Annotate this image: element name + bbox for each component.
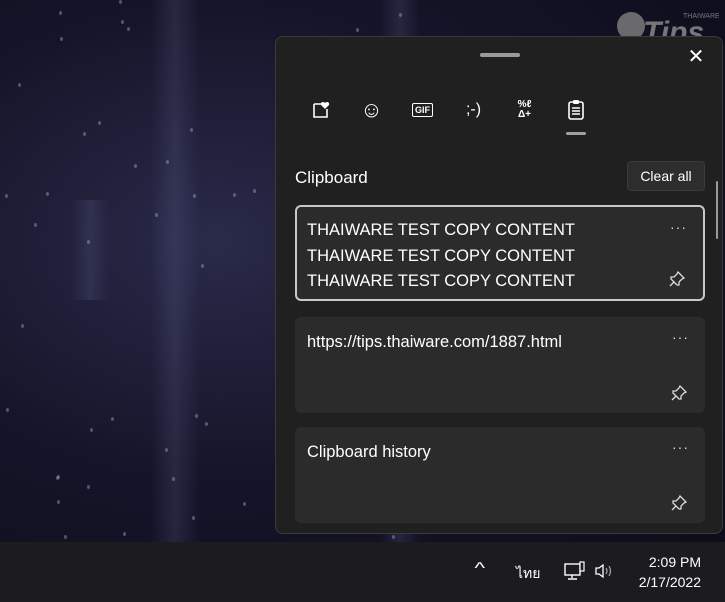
close-icon: ✕ [687, 46, 705, 68]
time: 2:09 PM [648, 554, 701, 570]
item-text: THAIWARE TEST COPY CONTENT [307, 221, 576, 239]
rain-drop [55, 475, 59, 480]
smiley-icon: ☺ [360, 97, 383, 122]
heart-sticker-icon [312, 101, 329, 118]
clipboard-panel: ✕ ☺ GIF ;-) %ℓ Δ+ Clipboard Clear all THA… [275, 36, 723, 534]
rain-drop [57, 500, 61, 505]
pin-icon[interactable] [669, 271, 685, 287]
rain-drop [59, 36, 63, 41]
rain-drop [165, 159, 169, 164]
show-hidden-icons-button[interactable]: ^ [474, 560, 485, 578]
rain-drop [355, 28, 359, 33]
category-tabs: ☺ GIF ;-) %ℓ Δ+ [302, 95, 594, 135]
rain-drop [97, 120, 101, 125]
rain-drop [194, 413, 198, 418]
drag-handle[interactable] [480, 53, 520, 57]
more-options-button[interactable]: ··· [670, 215, 687, 241]
scrollbar[interactable] [716, 181, 718, 239]
pin-icon[interactable] [671, 495, 687, 511]
clipboard-icon [567, 100, 584, 120]
tab-clipboard[interactable] [557, 95, 594, 135]
tab-symbols[interactable]: %ℓ Δ+ [506, 95, 543, 125]
svg-text:THAIWARE: THAIWARE [683, 13, 719, 20]
rain-drop [17, 83, 21, 88]
rain-drop [192, 194, 196, 199]
clipboard-item[interactable]: THAIWARE TEST COPY CONTENT THAIWARE TEST… [295, 205, 705, 301]
taskbar: ^ ไทย 2:09 PM 2/17/2022 [0, 542, 725, 602]
rain-drop [134, 164, 138, 169]
rain-drop [121, 20, 125, 25]
item-text: THAIWARE TEST COPY CONTENT [307, 246, 576, 265]
symbols-icon: %ℓ Δ+ [517, 99, 532, 120]
input-language-button[interactable]: ไทย [516, 563, 540, 585]
item-text: Clipboard history [307, 443, 431, 461]
rain-drop [86, 239, 90, 244]
rain-drop [126, 27, 130, 32]
network-icon[interactable] [564, 561, 586, 581]
rain-drop [233, 193, 237, 198]
rain-drop [6, 408, 10, 413]
rain-drop [64, 534, 68, 539]
clipboard-item[interactable]: Clipboard history ··· [295, 427, 705, 523]
tab-kaomoji[interactable]: ;-) [455, 95, 492, 125]
rain-drop [243, 502, 247, 507]
pin-icon[interactable] [671, 385, 687, 401]
tab-gif[interactable]: GIF [404, 95, 441, 125]
tab-emoji[interactable]: ☺ [353, 95, 390, 125]
clear-all-button[interactable]: Clear all [627, 161, 705, 191]
rain-drop [118, 0, 122, 5]
clock[interactable]: 2:09 PM 2/17/2022 [639, 552, 701, 592]
gif-icon: GIF [412, 103, 433, 117]
item-text: THAIWARE TEST COPY CONTENT [307, 272, 576, 290]
rain-drop [110, 417, 114, 422]
item-text: https://tips.thaiware.com/1887.html [307, 333, 562, 351]
more-options-button[interactable]: ··· [672, 325, 689, 351]
rain-drop [190, 127, 194, 132]
rain-drop [83, 131, 87, 136]
rain-drop [34, 222, 38, 227]
rain-drop [21, 324, 25, 329]
rain-drop [154, 212, 158, 217]
rain-drop [201, 263, 205, 268]
date: 2/17/2022 [638, 574, 701, 590]
rain-drop [46, 192, 50, 197]
close-button[interactable]: ✕ [684, 45, 708, 69]
rain-drop [90, 428, 94, 433]
rain-drop [58, 11, 62, 16]
rain-drop [122, 532, 126, 537]
more-options-button[interactable]: ··· [672, 435, 689, 461]
tab-favorites[interactable] [302, 95, 339, 125]
volume-icon[interactable] [594, 563, 614, 579]
rain-drop [86, 485, 90, 490]
rain-drop [253, 189, 257, 194]
rain-drop [204, 421, 208, 426]
clipboard-item[interactable]: https://tips.thaiware.com/1887.html ··· [295, 317, 705, 413]
kaomoji-icon: ;-) [465, 101, 482, 118]
rain-drop [5, 194, 9, 199]
section-title: Clipboard [295, 168, 368, 187]
